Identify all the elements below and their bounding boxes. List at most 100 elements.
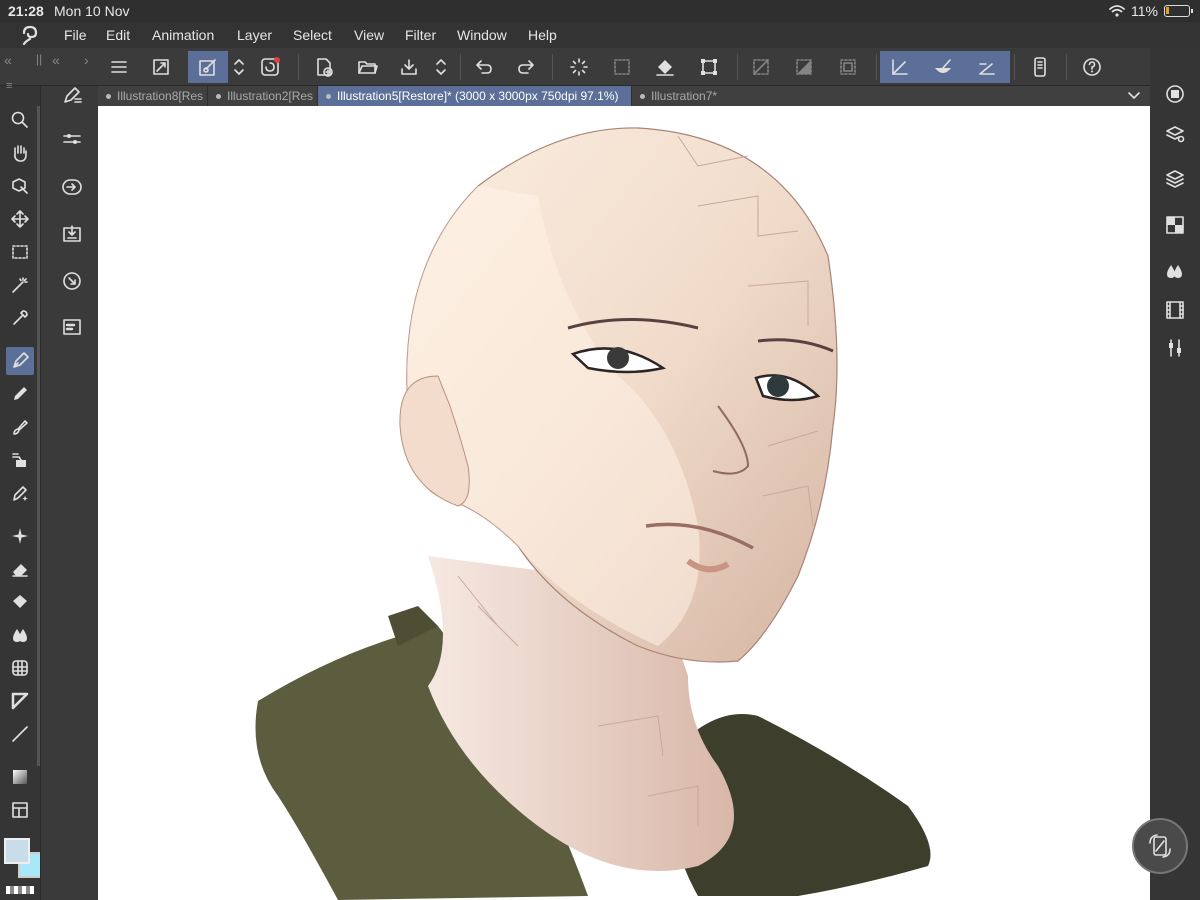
select-dots-icon[interactable]	[606, 51, 638, 83]
eyedropper-icon[interactable]	[6, 304, 34, 332]
gradient-icon[interactable]	[6, 763, 34, 791]
collapse-left2-icon[interactable]: «	[52, 52, 60, 68]
line-icon[interactable]	[6, 720, 34, 748]
menu-layer[interactable]: Layer	[237, 27, 272, 43]
tab-illustration2[interactable]: Illustration2[Res	[208, 86, 318, 106]
brush-size-icon[interactable]	[59, 174, 85, 200]
fit-icon[interactable]	[145, 51, 177, 83]
menu-view[interactable]: View	[354, 27, 384, 43]
tool-property-icon[interactable]	[59, 126, 85, 152]
airbrush-icon[interactable]	[6, 446, 34, 474]
sparkle-icon[interactable]	[6, 522, 34, 550]
rotate-screen-icon	[1149, 834, 1171, 858]
fill-tool-icon[interactable]	[6, 588, 34, 616]
iris-left	[607, 347, 629, 369]
tab-dot-icon	[640, 94, 645, 100]
clock: 21:28	[8, 3, 44, 19]
tool-palette-menu-icon[interactable]: ≡	[0, 80, 40, 94]
menu-icon[interactable]	[103, 51, 135, 83]
timeline-icon[interactable]	[1161, 296, 1189, 324]
brush-icon[interactable]	[6, 413, 34, 441]
blend-icon[interactable]	[6, 621, 34, 649]
battery-icon	[1164, 5, 1193, 17]
right-panel-bar	[1150, 48, 1200, 900]
menu-window[interactable]: Window	[457, 27, 507, 43]
save-icon[interactable]	[393, 51, 425, 83]
pencil-icon[interactable]	[6, 380, 34, 408]
status-bar: 21:28 Mon 10 Nov 11%	[0, 0, 1200, 22]
object-icon[interactable]	[6, 172, 34, 200]
fill-icon[interactable]	[649, 51, 681, 83]
iris-right	[767, 375, 789, 397]
main-color-chip[interactable]	[4, 838, 30, 864]
snap-grid-icon[interactable]	[971, 51, 1003, 83]
import-icon[interactable]	[59, 221, 85, 247]
fill-in-icon[interactable]	[788, 51, 820, 83]
menu-filter[interactable]: Filter	[405, 27, 436, 43]
artwork	[255, 127, 931, 900]
drawing-canvas[interactable]	[98, 106, 1150, 900]
figure-icon[interactable]	[6, 687, 34, 715]
layer-search-icon[interactable]	[1161, 120, 1189, 148]
record-icon[interactable]	[254, 51, 286, 83]
pen-icon[interactable]	[6, 347, 34, 375]
menu-bar: File Edit Animation Layer Select View Fi…	[0, 22, 1200, 48]
hand-icon[interactable]	[6, 139, 34, 167]
sub-tool-bar	[40, 86, 98, 900]
border-icon[interactable]	[6, 796, 34, 824]
tab-dot-icon	[106, 94, 111, 100]
grip-icon[interactable]: ||	[36, 52, 42, 66]
redo-icon[interactable]	[510, 51, 542, 83]
companion-icon[interactable]	[1024, 51, 1056, 83]
selection-icon[interactable]	[6, 238, 34, 266]
material-icon[interactable]	[1161, 211, 1189, 239]
crop-icon[interactable]	[832, 51, 864, 83]
wand-icon[interactable]	[6, 271, 34, 299]
color-wheel-icon[interactable]	[1161, 80, 1189, 108]
layer-property-icon[interactable]	[59, 314, 85, 340]
tool-palette: ≡	[0, 80, 44, 900]
sub-tool-icon[interactable]	[59, 82, 85, 108]
transparent-color-chip[interactable]	[6, 886, 34, 894]
adjust-icon[interactable]	[1161, 334, 1189, 362]
tab-illustration7[interactable]: Illustration7*	[632, 86, 742, 106]
layers-icon[interactable]	[1161, 164, 1189, 192]
tab-illustration8[interactable]: Illustration8[Res	[98, 86, 208, 106]
menu-edit[interactable]: Edit	[106, 27, 130, 43]
zoom-icon[interactable]	[6, 106, 34, 134]
tab-list-chevron-icon[interactable]	[1126, 90, 1142, 102]
loading-icon[interactable]	[563, 51, 595, 83]
undo-icon[interactable]	[468, 51, 500, 83]
battery-percent: 11%	[1131, 3, 1158, 19]
tab-dot-icon	[326, 94, 331, 100]
menu-animation[interactable]: Animation	[152, 27, 214, 43]
clear-out-icon[interactable]	[745, 51, 777, 83]
transform-icon[interactable]	[693, 51, 725, 83]
updown2-icon[interactable]	[430, 51, 452, 83]
document-tabs: Illustration8[Res Illustration2[Res Illu…	[98, 86, 1150, 106]
command-bar: « || « › ‹ ›	[0, 48, 1200, 86]
snap-special-icon[interactable]	[927, 51, 959, 83]
tab-illustration5[interactable]: Illustration5[Restore]* (3000 x 3000px 7…	[318, 86, 632, 106]
date: Mon 10 Nov	[54, 3, 130, 19]
menu-file[interactable]: File	[64, 27, 87, 43]
updown-icon[interactable]	[228, 51, 250, 83]
color-mix-icon[interactable]	[1161, 258, 1189, 286]
menu-help[interactable]: Help	[528, 27, 557, 43]
decoration-icon[interactable]	[6, 479, 34, 507]
frame-icon[interactable]	[6, 654, 34, 682]
new-icon[interactable]	[308, 51, 340, 83]
pen-sync-icon[interactable]	[188, 51, 228, 83]
rotate-canvas-button[interactable]	[1132, 818, 1188, 874]
move-icon[interactable]	[6, 205, 34, 233]
tab-dot-icon	[216, 94, 221, 100]
eraser-icon[interactable]	[6, 555, 34, 583]
menu-select[interactable]: Select	[293, 27, 332, 43]
expand-right-icon[interactable]: ›	[84, 52, 89, 68]
app-logo-icon[interactable]	[20, 25, 40, 45]
navigator-icon[interactable]	[59, 268, 85, 294]
help-icon[interactable]	[1076, 51, 1108, 83]
collapse-left-icon[interactable]: «	[4, 52, 12, 68]
snap-ruler-icon[interactable]	[884, 51, 916, 83]
open-icon[interactable]	[351, 51, 383, 83]
